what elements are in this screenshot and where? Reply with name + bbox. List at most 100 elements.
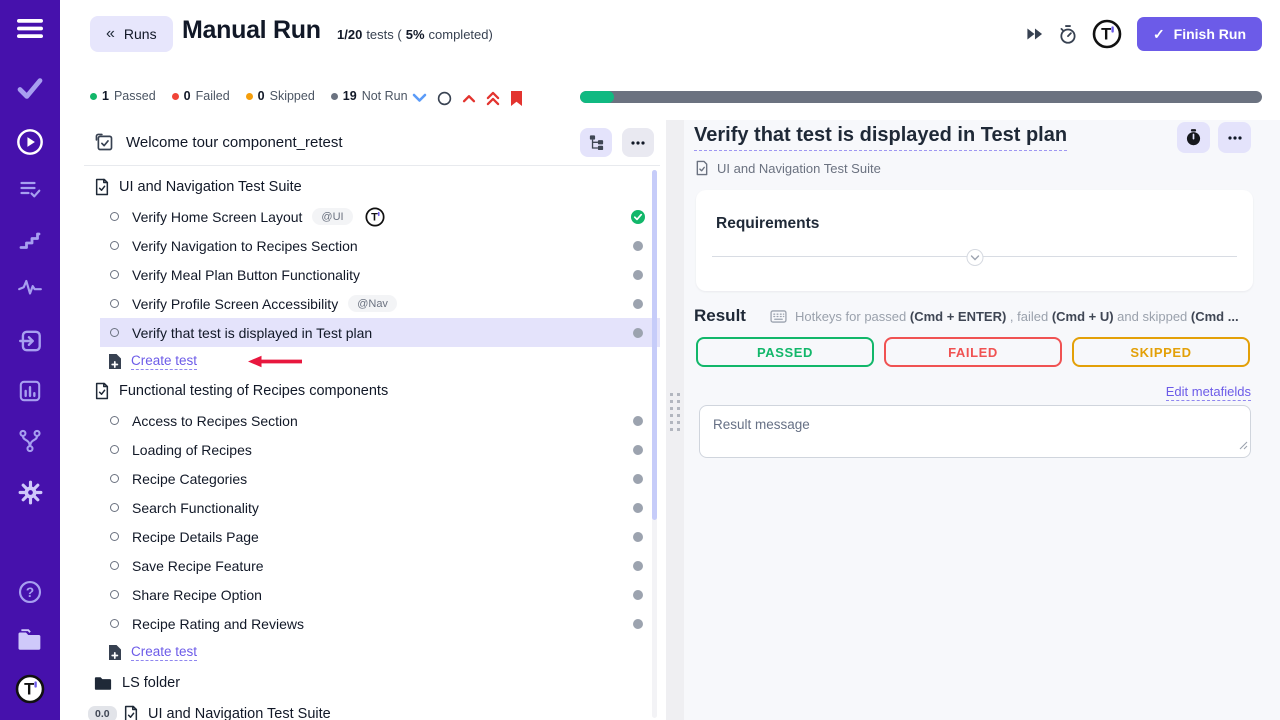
double-chevron-up-icon[interactable] — [486, 91, 500, 106]
status-passed-icon — [631, 210, 645, 224]
brand-logo-icon[interactable]: T — [1092, 19, 1122, 49]
test-state-circle-icon — [110, 561, 119, 570]
create-test-link[interactable]: Create test — [131, 353, 197, 370]
result-buttons: PASSED FAILED SKIPPED — [696, 337, 1250, 367]
test-row[interactable]: Access to Recipes Section — [84, 406, 660, 435]
test-detail-panel: Verify that test is displayed in Test pl… — [684, 120, 1280, 720]
finish-run-button[interactable]: ✓ Finish Run — [1137, 17, 1262, 51]
test-row[interactable]: Verify Profile Screen Accessibility@Nav — [84, 289, 660, 318]
status-dot-icon — [90, 93, 97, 100]
suite-doc-icon — [94, 382, 110, 400]
test-state-circle-icon — [110, 212, 119, 221]
detail-more-button[interactable] — [1218, 122, 1251, 153]
mark-skipped-button[interactable]: SKIPPED — [1072, 337, 1250, 367]
play-icon[interactable] — [0, 128, 60, 156]
gear-icon[interactable] — [0, 479, 60, 506]
test-row[interactable]: Save Recipe Feature — [84, 551, 660, 580]
test-state-circle-icon — [110, 270, 119, 279]
status-dot-icon — [172, 93, 179, 100]
finish-run-label: Finish Run — [1174, 26, 1246, 42]
run-list-icon[interactable] — [0, 177, 60, 201]
test-row[interactable]: Verify Navigation to Recipes Section — [84, 231, 660, 260]
status-notrun-dot — [633, 299, 643, 309]
test-row[interactable]: Recipe Categories — [84, 464, 660, 493]
file-plus-icon — [108, 644, 122, 661]
hotkey-text: , failed — [1006, 309, 1052, 324]
status-notrun-dot — [633, 270, 643, 280]
create-test-link[interactable]: Create test — [131, 644, 197, 661]
create-test-row[interactable]: Create test — [84, 638, 660, 667]
status-counter-passed: 1Passed — [90, 89, 156, 103]
result-message-input[interactable] — [699, 405, 1251, 458]
tree-more-button[interactable] — [622, 128, 654, 157]
create-test-row[interactable]: Create test — [84, 347, 660, 376]
fast-forward-icon[interactable] — [1026, 27, 1043, 41]
status-notrun-dot — [633, 503, 643, 513]
test-title[interactable]: Verify that test is displayed in Test pl… — [694, 124, 1067, 151]
projects-icon[interactable] — [0, 629, 60, 652]
test-row[interactable]: Recipe Rating and Reviews — [84, 609, 660, 638]
mark-passed-button[interactable]: PASSED — [696, 337, 874, 367]
chevron-down-icon[interactable] — [412, 93, 427, 103]
status-notrun-dot — [633, 328, 643, 338]
tree-scrollbar[interactable] — [652, 170, 657, 718]
suite-row[interactable]: UI and Navigation Test Suite — [84, 172, 660, 202]
test-row[interactable]: Verify Home Screen Layout@UIT — [84, 202, 660, 231]
requirements-divider — [712, 256, 1237, 257]
test-label: Verify Meal Plan Button Functionality — [132, 267, 360, 283]
back-to-runs-button[interactable]: « Runs — [90, 16, 173, 52]
steps-icon[interactable] — [0, 228, 60, 252]
circle-icon[interactable] — [437, 91, 452, 106]
test-state-circle-icon — [110, 619, 119, 628]
status-counter-failed: 0Failed — [172, 89, 230, 103]
run-progress-text: 1/20tests (5%completed) — [337, 27, 493, 42]
chevron-up-icon[interactable] — [462, 94, 476, 103]
suite-row[interactable]: 0.0UI and Navigation Test Suite — [84, 699, 660, 720]
status-notrun-dot — [633, 416, 643, 426]
check-icon: ✓ — [1153, 26, 1165, 43]
timer-button[interactable] — [1177, 122, 1210, 153]
tests-fraction: 1/20 — [337, 27, 362, 42]
panel-resize-handle[interactable] — [666, 120, 684, 720]
test-row[interactable]: Search Functionality — [84, 493, 660, 522]
suite-doc-icon — [94, 178, 110, 196]
edit-metafields-link[interactable]: Edit metafields — [1166, 384, 1251, 401]
branch-icon[interactable] — [0, 428, 60, 454]
tree-scrollbar-thumb[interactable] — [652, 170, 657, 520]
test-label: Recipe Details Page — [132, 529, 259, 545]
menu-icon[interactable] — [0, 19, 60, 38]
stopwatch-icon[interactable] — [1058, 24, 1077, 45]
requirements-title: Requirements — [716, 215, 819, 233]
hotkey-combo: (Cmd + ENTER) — [910, 309, 1006, 324]
test-state-circle-icon — [110, 532, 119, 541]
suite-label: UI and Navigation Test Suite — [148, 706, 331, 720]
help-icon[interactable]: ? — [0, 579, 60, 605]
test-label: Verify Navigation to Recipes Section — [132, 238, 358, 254]
test-row[interactable]: Verify that test is displayed in Test pl… — [100, 318, 660, 347]
test-state-circle-icon — [110, 241, 119, 250]
folder-row[interactable]: LS folder — [84, 667, 660, 699]
test-label: Share Recipe Option — [132, 587, 262, 603]
group-by-suite-button[interactable] — [580, 128, 612, 157]
test-row[interactable]: Verify Meal Plan Button Functionality — [84, 260, 660, 289]
back-to-runs-label: Runs — [124, 26, 157, 42]
check-icon[interactable] — [0, 78, 60, 99]
status-filters — [412, 90, 523, 106]
status-counter-skipped: 0Skipped — [246, 89, 315, 103]
test-label: Search Functionality — [132, 500, 259, 516]
test-row[interactable]: Recipe Details Page — [84, 522, 660, 551]
suite-row[interactable]: Functional testing of Recipes components — [84, 376, 660, 406]
import-icon[interactable] — [0, 328, 60, 354]
suite-doc-icon — [695, 160, 709, 176]
test-row[interactable]: Loading of Recipes — [84, 435, 660, 464]
bookmark-icon[interactable] — [510, 90, 523, 107]
suite-label: UI and Navigation Test Suite — [119, 179, 302, 195]
test-state-circle-icon — [110, 445, 119, 454]
chart-icon[interactable] — [0, 378, 60, 404]
pulse-icon[interactable] — [0, 277, 60, 297]
test-label: Verify that test is displayed in Test pl… — [132, 325, 372, 341]
test-row[interactable]: Share Recipe Option — [84, 580, 660, 609]
mark-failed-button[interactable]: FAILED — [884, 337, 1062, 367]
expand-requirements-button[interactable] — [966, 249, 983, 266]
status-counter-not-run: 19Not Run — [331, 89, 408, 103]
